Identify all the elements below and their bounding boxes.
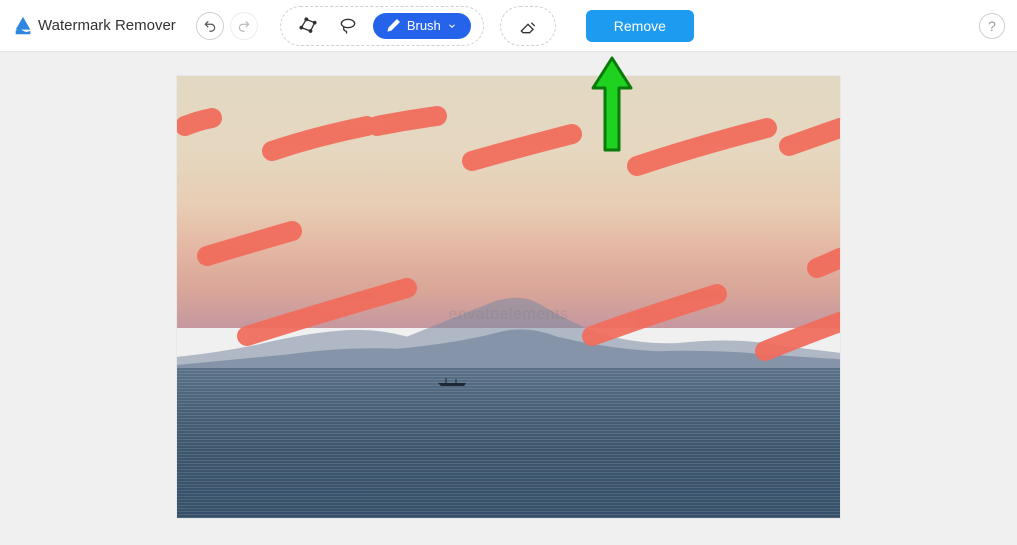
undo-button[interactable]: [196, 12, 224, 40]
app-logo-icon: [12, 15, 34, 37]
redo-button[interactable]: [230, 12, 258, 40]
remove-button-label: Remove: [614, 18, 666, 34]
logo-group: Watermark Remover: [12, 15, 190, 37]
brush-label: Brush: [407, 18, 441, 33]
top-toolbar: Watermark Remover: [0, 0, 1017, 52]
canvas-area: envatoelements: [0, 52, 1017, 542]
app-title: Watermark Remover: [38, 17, 176, 34]
lasso-tool-button[interactable]: [333, 11, 363, 41]
remove-button[interactable]: Remove: [586, 10, 694, 42]
help-icon: ?: [988, 18, 996, 34]
image-canvas[interactable]: envatoelements: [177, 76, 840, 518]
polygon-tool-button[interactable]: [293, 11, 323, 41]
eraser-tool-group: [500, 6, 556, 46]
chevron-down-icon: [447, 21, 457, 31]
eraser-tool-button[interactable]: [513, 11, 543, 41]
brush-stroke-overlay: [177, 76, 840, 518]
help-button[interactable]: ?: [979, 13, 1005, 39]
brush-tool-button[interactable]: Brush: [373, 13, 471, 39]
selection-tool-group: Brush: [280, 6, 484, 46]
